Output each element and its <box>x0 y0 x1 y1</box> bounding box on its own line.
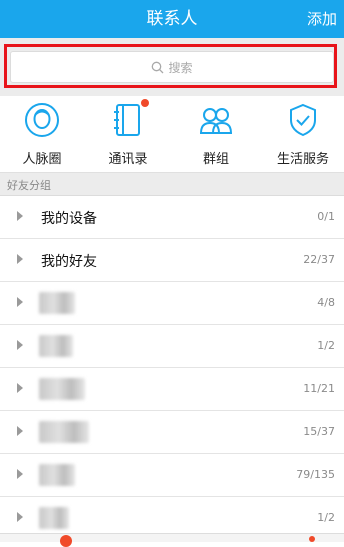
address-book-icon-wrap <box>110 99 149 138</box>
expand-arrow-icon <box>17 383 23 393</box>
shortcut-label: 群组 <box>202 152 229 167</box>
shortcut-life-services[interactable]: 生活服务 <box>263 102 343 167</box>
group-name: 我的设备 <box>41 211 97 227</box>
group-row[interactable]: 我的好友 22/37 <box>0 239 344 282</box>
shortcut-bar: 人脉圈 通讯录 群组 生活服务 <box>0 96 344 173</box>
address-book-icon <box>114 104 140 136</box>
blurred-group-name <box>39 464 75 486</box>
expand-arrow-icon <box>17 469 23 479</box>
group-count: 79/135 <box>296 468 335 481</box>
page-title: 联系人 <box>146 9 198 29</box>
group-count: 0/1 <box>317 210 335 223</box>
blurred-group-name <box>39 507 69 529</box>
group-count: 1/2 <box>317 339 335 352</box>
expand-arrow-icon <box>17 211 23 221</box>
shield-check-icon <box>290 103 316 137</box>
group-row[interactable]: 79/135 <box>0 454 344 497</box>
section-title: 好友分组 <box>7 179 51 192</box>
group-count: 1/2 <box>317 511 335 524</box>
tab-badge <box>309 536 315 542</box>
face-circle-icon <box>25 103 59 137</box>
expand-arrow-icon <box>17 340 23 350</box>
add-button[interactable]: 添加 <box>307 0 337 38</box>
section-header: 好友分组 <box>0 173 344 196</box>
shortcut-label: 人脉圈 <box>22 152 62 167</box>
shortcut-label: 生活服务 <box>276 152 329 167</box>
search-highlight-frame <box>4 44 337 88</box>
notification-badge <box>141 99 149 107</box>
top-bar: 联系人 添加 <box>0 0 344 38</box>
group-row[interactable]: 我的设备 0/1 <box>0 196 344 239</box>
group-row[interactable]: 4/8 <box>0 282 344 325</box>
group-row[interactable]: 15/37 <box>0 411 344 454</box>
group-row[interactable]: 11/21 <box>0 368 344 411</box>
group-count: 11/21 <box>303 382 335 395</box>
group-count: 22/37 <box>303 253 335 266</box>
expand-arrow-icon <box>17 426 23 436</box>
shortcut-people-circle[interactable]: 人脉圈 <box>2 102 82 167</box>
shortcut-address-book[interactable]: 通讯录 <box>88 99 168 167</box>
expand-arrow-icon <box>17 254 23 264</box>
blurred-group-name <box>39 335 73 357</box>
group-row[interactable]: 1/2 <box>0 325 344 368</box>
group-count: 4/8 <box>317 296 335 309</box>
expand-arrow-icon <box>17 297 23 307</box>
group-people-icon <box>199 108 233 134</box>
blurred-group-name <box>39 378 85 400</box>
tab-badge <box>60 535 72 547</box>
shortcut-label: 通讯录 <box>108 152 148 167</box>
group-count: 15/37 <box>303 425 335 438</box>
blurred-group-name <box>39 421 89 443</box>
expand-arrow-icon <box>17 512 23 522</box>
shortcut-groups[interactable]: 群组 <box>176 102 256 167</box>
blurred-group-name <box>39 292 75 314</box>
group-name: 我的好友 <box>41 254 97 270</box>
